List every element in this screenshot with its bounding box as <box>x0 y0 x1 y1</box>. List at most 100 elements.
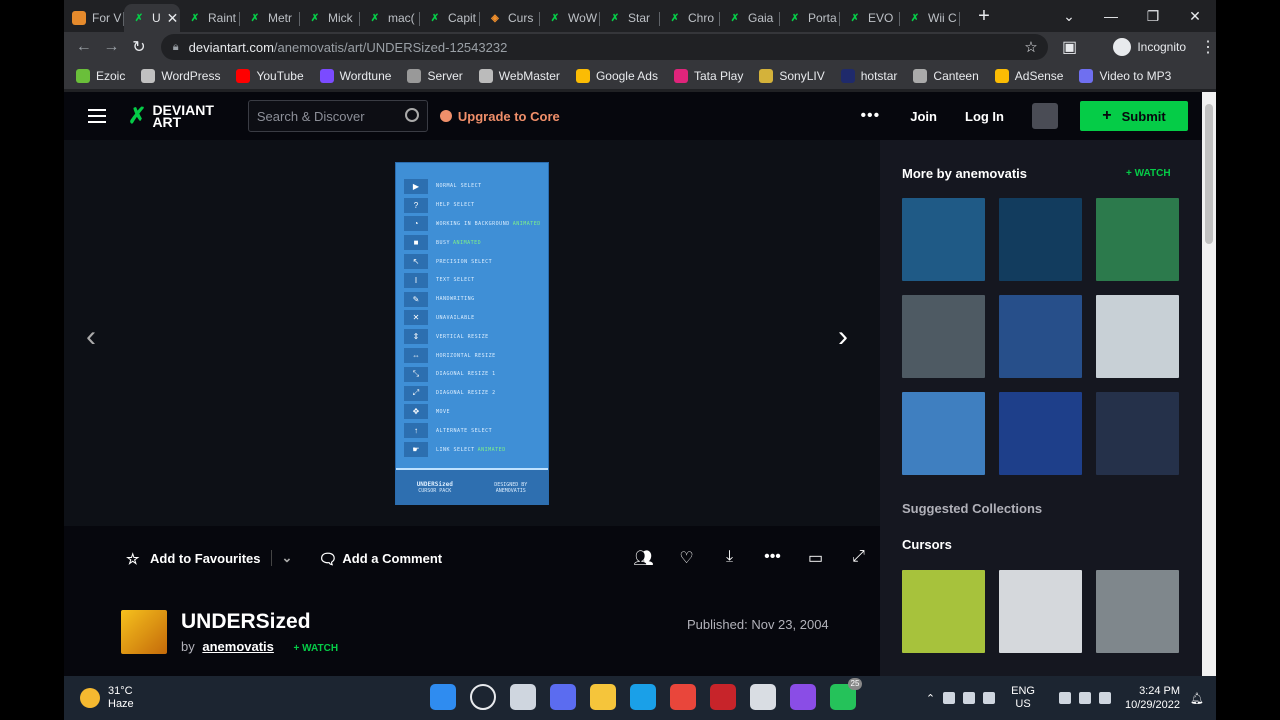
browser-tab[interactable]: ✗ Capit <box>420 4 480 32</box>
collection-thumbnail[interactable] <box>999 570 1082 653</box>
teams-icon[interactable] <box>550 684 576 710</box>
incognito-indicator[interactable]: Incognito <box>1113 38 1186 56</box>
upgrade-link[interactable]: Upgrade to Core <box>439 109 560 124</box>
back-button[interactable]: ← <box>70 38 98 56</box>
file-explorer-icon[interactable] <box>590 684 616 710</box>
notepad-icon[interactable] <box>750 684 776 710</box>
store-icon[interactable] <box>630 684 656 710</box>
menu-icon[interactable] <box>88 105 106 127</box>
search-icon[interactable] <box>470 684 496 710</box>
author-link[interactable]: anemovatis <box>202 639 274 654</box>
onedrive-icon[interactable] <box>963 692 976 704</box>
bookmark-item[interactable]: Server <box>407 68 463 83</box>
wifi-icon[interactable] <box>1058 692 1071 704</box>
search-icon[interactable] <box>404 108 419 122</box>
browser-tab[interactable]: ✗ Gaia <box>720 4 780 32</box>
browser-tab[interactable]: ✗ Porta <box>780 4 840 32</box>
bookmark-item[interactable]: Canteen <box>913 68 979 83</box>
bookmark-item[interactable]: YouTube <box>236 68 304 83</box>
chevron-right-icon[interactable]: › <box>838 320 848 354</box>
fullscreen-icon[interactable]: ⤢ <box>837 548 880 568</box>
bookmark-item[interactable]: SonyLIV <box>759 68 825 83</box>
watch-author-button[interactable]: + WATCH <box>294 643 339 654</box>
add-to-favourites-button[interactable]: ☆ Add to Favourites <box>126 550 261 569</box>
windows-start-icon[interactable] <box>430 684 456 710</box>
related-deviation-thumbnail[interactable] <box>999 198 1082 281</box>
collection-title[interactable]: Cursors <box>902 537 952 552</box>
bookmark-item[interactable]: WordPress <box>141 68 220 83</box>
related-deviation-thumbnail[interactable] <box>902 198 985 281</box>
collection-thumbnail[interactable] <box>1096 570 1179 653</box>
volume-icon[interactable] <box>1078 692 1091 704</box>
notification-icon[interactable]: 🔔︎ <box>1190 692 1204 705</box>
related-deviation-thumbnail[interactable] <box>1096 198 1179 281</box>
bookmark-item[interactable]: Google Ads <box>575 68 658 83</box>
restore-button[interactable]: ❐ <box>1132 8 1174 25</box>
browser-tab[interactable]: ✗ Chro <box>660 4 720 32</box>
bookmark-item[interactable]: WebMaster <box>478 68 560 83</box>
submit-button[interactable]: + Submit <box>1080 101 1188 131</box>
bookmark-item[interactable]: Ezoic <box>76 68 125 83</box>
bookmark-star-icon[interactable]: ☆ <box>1024 38 1037 56</box>
artwork-image[interactable]: ▶ NORMAL SELECT? HELP SELECT ◔ WORKING IN BA… <box>395 162 549 505</box>
bookmark-item[interactable]: AdSense <box>994 68 1063 83</box>
whatsapp-icon[interactable]: 25 <box>830 678 862 710</box>
browser-tab[interactable]: ✗ mac( <box>360 4 420 32</box>
browser-tab[interactable]: ✗ Metr <box>240 4 300 32</box>
browser-tab[interactable]: ✗ WoW <box>540 4 600 32</box>
browser-tab[interactable]: ✗ Raint <box>180 4 240 32</box>
browser-tab[interactable]: ✗ Wii C <box>900 4 960 32</box>
browser-tab[interactable]: ✗ U ✕ <box>124 4 180 32</box>
show-hidden-icons-icon[interactable]: ⌃ <box>926 692 935 705</box>
join-link[interactable]: Join <box>910 109 937 124</box>
search-input[interactable]: Search & Discover <box>247 100 428 132</box>
huawei-icon[interactable] <box>710 684 736 710</box>
scrollbar-thumb[interactable] <box>1205 104 1213 244</box>
bookmark-item[interactable]: Tata Play <box>673 68 743 83</box>
login-link[interactable]: Log In <box>965 109 1004 124</box>
browser-tab[interactable]: For V <box>64 4 124 32</box>
deviantart-logo[interactable]: ✗ DEVIANT ART <box>128 103 214 129</box>
browser-tab[interactable]: ✗ Star <box>600 4 660 32</box>
close-window-button[interactable]: ✕ <box>1174 8 1216 25</box>
avatar[interactable] <box>1032 103 1058 129</box>
new-tab-button[interactable]: + <box>968 5 1000 28</box>
bookmark-item[interactable]: Video to MP3 <box>1079 68 1171 83</box>
badge-gift-icon[interactable]: ♡ <box>665 548 708 568</box>
bookmark-item[interactable]: Wordtune <box>319 68 391 83</box>
collection-thumbnail[interactable] <box>902 570 985 653</box>
related-deviation-thumbnail[interactable] <box>999 295 1082 378</box>
chrome-icon[interactable] <box>670 684 696 710</box>
clipchamp-icon[interactable] <box>790 684 816 710</box>
more-options-icon[interactable]: ••• <box>860 107 880 125</box>
battery-icon[interactable] <box>1098 692 1111 704</box>
address-bar[interactable]: 🔒︎ deviantart.com /anemovatis/art/UNDERS… <box>160 34 1048 60</box>
chevron-left-icon[interactable]: ‹ <box>86 320 96 354</box>
forward-button[interactable]: → <box>98 38 126 56</box>
chrome-tray-icon[interactable] <box>943 692 956 704</box>
sidebar-watch-button[interactable]: + WATCH <box>1126 168 1171 179</box>
chevron-down-icon[interactable]: ⌄ <box>270 550 292 566</box>
tab-search-icon[interactable]: ⌄ <box>1048 8 1090 25</box>
author-avatar[interactable] <box>121 610 167 654</box>
microphone-icon[interactable] <box>983 692 996 704</box>
clock[interactable]: 3:24 PM 10/29/2022 <box>1125 684 1180 712</box>
page-scrollbar[interactable] <box>1202 92 1216 676</box>
lock-icon[interactable]: 🔒︎ <box>173 41 179 54</box>
task-view-icon[interactable] <box>510 684 536 710</box>
browser-tab[interactable]: ◈ Curs <box>480 4 540 32</box>
related-deviation-thumbnail[interactable] <box>1096 392 1179 475</box>
reload-button[interactable]: ↻ <box>125 37 153 57</box>
add-comment-button[interactable]: 🗨︎ Add a Comment <box>318 550 442 569</box>
related-deviation-thumbnail[interactable] <box>1096 295 1179 378</box>
related-deviation-thumbnail[interactable] <box>902 295 985 378</box>
browser-tab[interactable]: ✗ Mick <box>300 4 360 32</box>
related-deviation-thumbnail[interactable] <box>999 392 1082 475</box>
weather-widget[interactable]: 31°C Haze <box>80 685 134 711</box>
browser-menu-icon[interactable]: ⋮ <box>1200 37 1216 57</box>
related-deviation-thumbnail[interactable] <box>902 392 985 475</box>
share-with-friends-icon[interactable]: 👥︎ <box>622 548 665 568</box>
more-icon[interactable]: ••• <box>751 548 794 568</box>
bookmark-item[interactable]: hotstar <box>840 68 897 83</box>
view-mode-icon[interactable]: ▭ <box>794 548 837 568</box>
